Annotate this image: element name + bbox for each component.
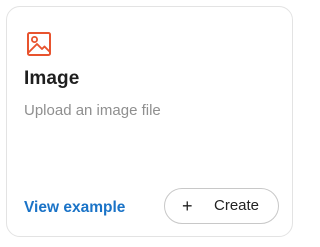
card-description: Upload an image file	[24, 102, 161, 119]
view-example-link[interactable]: View example	[24, 199, 125, 217]
plus-icon: +	[182, 196, 193, 216]
image-icon	[27, 32, 51, 56]
create-button[interactable]: + Create	[164, 188, 279, 224]
image-card[interactable]: Image Upload an image file View example …	[6, 6, 293, 237]
card-title: Image	[24, 68, 80, 89]
create-button-label: Create	[214, 197, 260, 214]
